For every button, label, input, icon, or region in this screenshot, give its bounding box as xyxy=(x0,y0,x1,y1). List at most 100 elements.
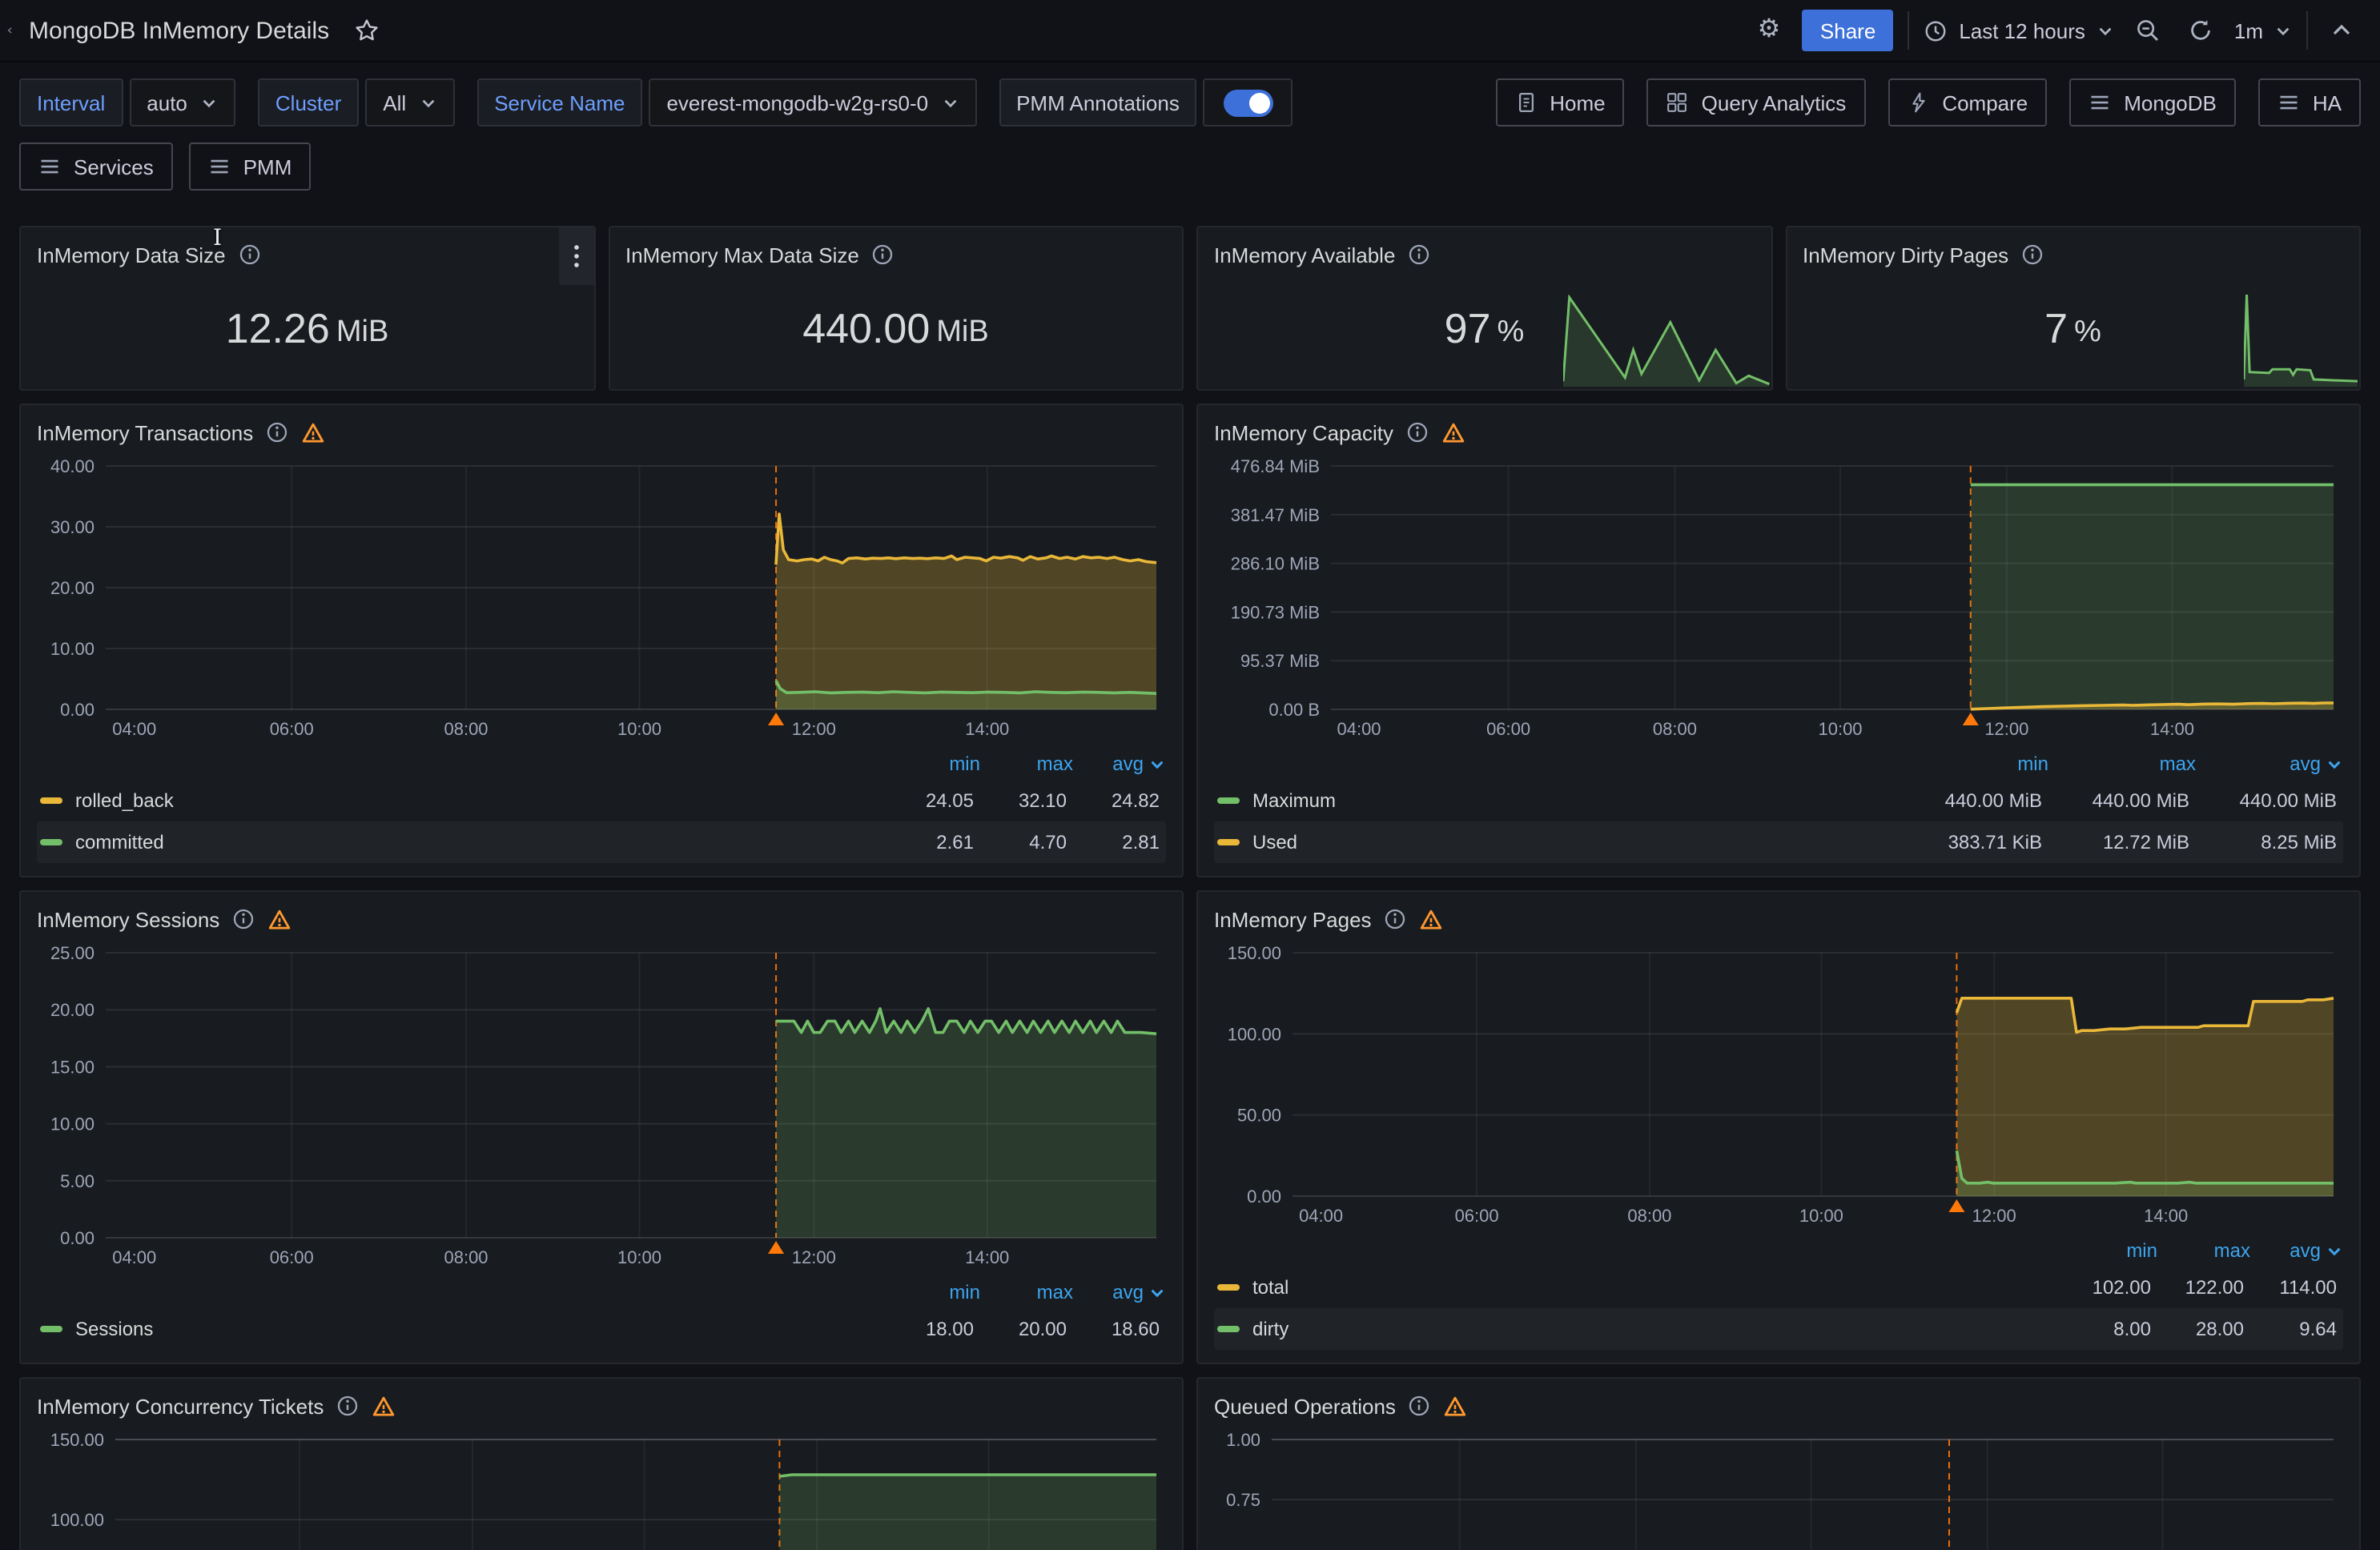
legend-series-name[interactable]: Sessions xyxy=(75,1318,881,1340)
legend-series-name[interactable]: Maximum xyxy=(1252,789,1895,812)
pmm-menu-button[interactable]: PMM xyxy=(189,143,312,191)
legend-min-value: 440.00 MiB xyxy=(1895,789,2042,812)
legend-sort-avg[interactable]: avg xyxy=(1073,753,1166,775)
x-axis-tick-label: 04:00 xyxy=(112,1247,156,1267)
info-icon[interactable] xyxy=(1385,908,1407,930)
collapse-chevron-up-icon[interactable] xyxy=(2322,10,2361,51)
legend-series-name[interactable]: Used xyxy=(1252,831,1895,853)
refresh-interval-label: 1m xyxy=(2234,18,2263,42)
time-range-picker[interactable]: Last 12 hours xyxy=(1924,18,2114,42)
legend-header: minmaxavg xyxy=(1214,748,2343,780)
legend-sort-min[interactable]: min xyxy=(2064,1239,2157,1262)
chart-svg: 0.00 B95.37 MiB190.73 MiB286.10 MiB381.4… xyxy=(1214,450,2343,745)
stat-panel-title: InMemory Dirty Pages xyxy=(1803,243,2008,267)
legend-sort-avg[interactable]: avg xyxy=(2250,1239,2343,1262)
y-axis-tick-label: 25.00 xyxy=(50,943,94,963)
info-icon[interactable] xyxy=(872,243,895,266)
share-button[interactable]: Share xyxy=(1803,10,1893,51)
legend-series-name[interactable]: total xyxy=(1252,1276,2058,1299)
service-name-value: everest-mongodb-w2g-rs0-0 xyxy=(666,90,928,114)
interval-dropdown[interactable]: auto xyxy=(129,78,235,126)
legend: minmaxavgSessions18.0020.0018.60 xyxy=(37,1273,1166,1353)
stat-panel-title: InMemory Data Size xyxy=(37,243,226,267)
legend-sort-max[interactable]: max xyxy=(980,753,1073,775)
warning-triangle-icon[interactable] xyxy=(267,907,291,931)
legend-sort-min[interactable]: min xyxy=(1901,753,2048,775)
x-axis-tick-label: 10:00 xyxy=(617,719,661,739)
panel-header: InMemory Sessions xyxy=(37,901,1166,937)
stat-panel: InMemory Dirty Pages7% xyxy=(1785,226,2361,391)
toggle-pill xyxy=(1224,89,1273,116)
stat-panel: InMemory Available97% xyxy=(1196,226,1772,391)
panel-header: InMemory Available xyxy=(1214,237,1755,272)
legend-series-name[interactable]: rolled_back xyxy=(75,789,881,812)
annotation-marker-icon[interactable] xyxy=(768,713,784,725)
annotation-marker-icon[interactable] xyxy=(1948,1199,1964,1212)
legend-sort-label: min xyxy=(2126,1239,2157,1262)
annotation-marker-icon[interactable] xyxy=(768,1241,784,1254)
annotation-marker-icon[interactable] xyxy=(1963,713,1979,725)
service-name-variable: Service Name everest-mongodb-w2g-rs0-0 xyxy=(476,78,976,126)
compare-button[interactable]: Compare xyxy=(1888,78,2047,126)
chart-plot-area: 0.005.0010.0015.0020.0025.0004:0006:0008… xyxy=(37,937,1166,1273)
home-button[interactable]: Home xyxy=(1495,78,1624,126)
query-analytics-button[interactable]: Query Analytics xyxy=(1647,78,1866,126)
legend-min-value: 2.61 xyxy=(881,831,974,853)
legend-sort-min[interactable]: min xyxy=(887,753,980,775)
pmm-annotations-toggle[interactable] xyxy=(1204,78,1293,126)
zoom-out-icon[interactable] xyxy=(2129,10,2167,51)
x-axis-tick-label: 04:00 xyxy=(1299,1206,1343,1226)
warning-triangle-icon[interactable] xyxy=(1444,1394,1468,1418)
warning-triangle-icon[interactable] xyxy=(1420,907,1444,931)
refresh-icon[interactable] xyxy=(2181,10,2220,51)
x-axis-tick-label: 12:00 xyxy=(1984,719,2028,739)
y-axis-tick-label: 0.00 xyxy=(60,1228,94,1248)
legend-header: minmaxavg xyxy=(1214,1235,2343,1267)
legend-series-name[interactable]: dirty xyxy=(1252,1318,2058,1340)
x-axis-tick-label: 08:00 xyxy=(444,1247,488,1267)
x-axis-tick-label: 14:00 xyxy=(965,1247,1009,1267)
favorite-star-icon[interactable] xyxy=(347,10,385,51)
settings-gear-icon[interactable]: ⚙ xyxy=(1750,10,1788,51)
info-icon[interactable] xyxy=(239,243,261,266)
y-axis-tick-label: 0.00 xyxy=(1247,1187,1281,1207)
stat-panel-title: InMemory Max Data Size xyxy=(625,243,859,267)
ha-button[interactable]: HA xyxy=(2258,78,2361,126)
x-axis-tick-label: 10:00 xyxy=(1799,1206,1843,1226)
nav-arrow-fragment-icon[interactable] xyxy=(6,19,14,42)
panel-header: InMemory Concurrency Tickets xyxy=(37,1388,1166,1424)
y-axis-tick-label: 0.00 xyxy=(60,700,94,720)
legend-series-name[interactable]: committed xyxy=(75,831,881,853)
pmm-menu-label: PMM xyxy=(243,155,292,179)
warning-triangle-icon[interactable] xyxy=(372,1394,396,1418)
legend-sort-avg[interactable]: avg xyxy=(2196,753,2343,775)
legend-sort-min[interactable]: min xyxy=(887,1281,980,1303)
legend-sort-max[interactable]: max xyxy=(2157,1239,2250,1262)
time-range-label: Last 12 hours xyxy=(1959,18,2085,42)
stat-value: 12.26MiB xyxy=(21,269,593,389)
warning-triangle-icon[interactable] xyxy=(1441,420,1465,444)
legend-sort-max[interactable]: max xyxy=(980,1281,1073,1303)
info-icon[interactable] xyxy=(336,1395,359,1417)
info-icon[interactable] xyxy=(266,421,288,444)
series-color-swatch xyxy=(40,839,62,845)
legend-sort-max[interactable]: max xyxy=(2048,753,2196,775)
services-menu-button[interactable]: Services xyxy=(19,143,173,191)
info-icon[interactable] xyxy=(1406,421,1429,444)
chart-panels-grid: InMemory Transactions0.0010.0020.0030.00… xyxy=(0,404,2380,1550)
cluster-dropdown[interactable]: All xyxy=(365,78,454,126)
mongodb-button[interactable]: MongoDB xyxy=(2069,78,2236,126)
service-name-dropdown[interactable]: everest-mongodb-w2g-rs0-0 xyxy=(649,78,976,126)
info-icon[interactable] xyxy=(2021,243,2044,266)
legend-sort-label: max xyxy=(1037,753,1073,775)
info-icon[interactable] xyxy=(232,908,255,930)
interval-value: auto xyxy=(147,90,187,114)
refresh-interval-picker[interactable]: 1m xyxy=(2234,18,2292,42)
sparkline xyxy=(2243,295,2358,388)
info-icon[interactable] xyxy=(1408,243,1430,266)
legend-sort-label: min xyxy=(2017,753,2048,775)
legend-sort-avg[interactable]: avg xyxy=(1073,1281,1166,1303)
x-axis-tick-label: 06:00 xyxy=(1455,1206,1499,1226)
info-icon[interactable] xyxy=(1409,1395,1431,1417)
warning-triangle-icon[interactable] xyxy=(301,420,325,444)
